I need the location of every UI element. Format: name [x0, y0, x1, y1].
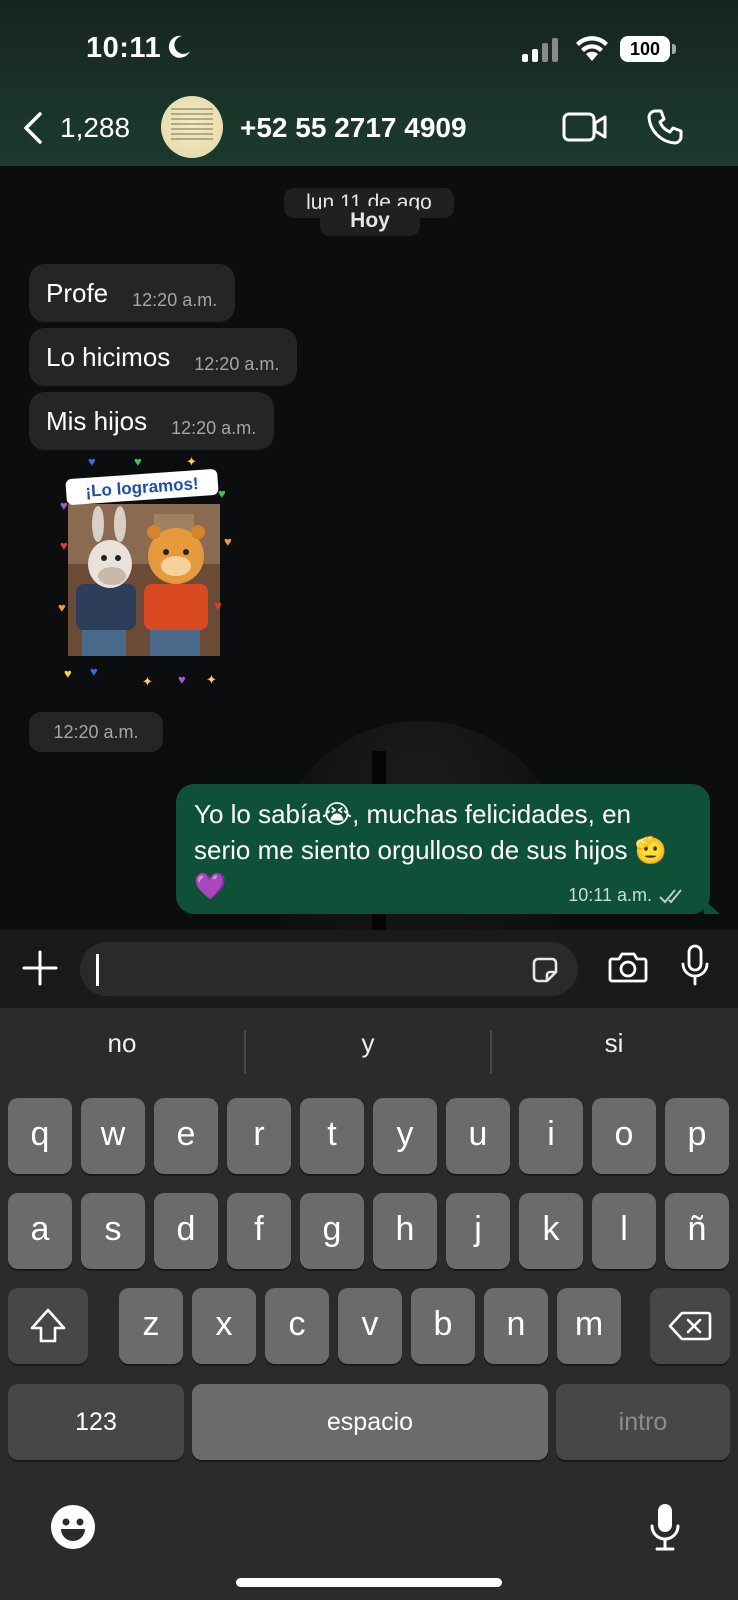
- text-caret: [96, 954, 99, 986]
- svg-text:♥: ♥: [214, 598, 222, 613]
- key[interactable]: t: [300, 1098, 364, 1174]
- key[interactable]: n: [484, 1288, 548, 1364]
- sticker-time: 12:20 a.m.: [29, 712, 163, 752]
- phone-call-icon[interactable]: [646, 108, 684, 146]
- battery-level: 100: [620, 36, 670, 62]
- key[interactable]: c: [265, 1288, 329, 1364]
- key[interactable]: v: [338, 1288, 402, 1364]
- message-time: 12:20 a.m.: [132, 289, 218, 310]
- contact-avatar[interactable]: [161, 96, 223, 158]
- shift-key[interactable]: [8, 1288, 88, 1364]
- chat-header: 10:11 100 1,288 +52 55 2717 4909: [0, 0, 738, 166]
- backspace-icon: [668, 1311, 712, 1341]
- back-chevron-icon[interactable]: [18, 110, 50, 146]
- key[interactable]: h: [373, 1193, 437, 1269]
- outgoing-message[interactable]: Yo lo sabía😭, muchas felicidades, en ser…: [176, 784, 720, 914]
- key[interactable]: j: [446, 1193, 510, 1269]
- sticker-icon[interactable]: [530, 955, 560, 985]
- status-time: 10:11: [86, 32, 162, 64]
- key[interactable]: o: [592, 1098, 656, 1174]
- contact-name[interactable]: +52 55 2717 4909: [240, 112, 467, 144]
- message-time: 12:20 a.m.: [194, 353, 280, 374]
- suggestion-bar: no y si: [0, 1008, 738, 1098]
- return-key[interactable]: intro: [556, 1384, 730, 1460]
- svg-text:♥: ♥: [218, 486, 226, 501]
- svg-text:♥: ♥: [90, 664, 98, 679]
- camera-icon[interactable]: [608, 950, 648, 984]
- svg-text:♥: ♥: [60, 538, 68, 553]
- key[interactable]: x: [192, 1288, 256, 1364]
- key[interactable]: s: [81, 1193, 145, 1269]
- message-text: Profe: [46, 277, 109, 308]
- svg-text:♥: ♥: [224, 534, 232, 549]
- svg-text:✦: ✦: [186, 454, 197, 469]
- moon-icon: [168, 35, 190, 58]
- svg-text:♥: ♥: [88, 454, 96, 469]
- svg-text:✦: ✦: [142, 674, 153, 689]
- shift-arrow-icon: [30, 1308, 66, 1343]
- incoming-message[interactable]: Profe 12:20 a.m.: [29, 264, 236, 322]
- svg-text:♥: ♥: [178, 672, 186, 687]
- key[interactable]: a: [8, 1193, 72, 1269]
- back-unread-count[interactable]: 1,288: [60, 112, 130, 144]
- key[interactable]: g: [300, 1193, 364, 1269]
- key[interactable]: w: [81, 1098, 145, 1174]
- microphone-icon[interactable]: [680, 944, 710, 988]
- suggestion-item[interactable]: no: [0, 1028, 244, 1059]
- svg-text:✦: ✦: [206, 672, 217, 687]
- key[interactable]: e: [154, 1098, 218, 1174]
- message-input[interactable]: [80, 942, 578, 996]
- svg-text:♥: ♥: [134, 454, 142, 469]
- suggestion-item[interactable]: y: [246, 1028, 490, 1059]
- key[interactable]: ñ: [665, 1193, 729, 1269]
- message-input-bar: [0, 930, 738, 1008]
- signal-icon: [522, 38, 558, 62]
- incoming-message[interactable]: Lo hicimos 12:20 a.m.: [29, 328, 298, 386]
- key[interactable]: i: [519, 1098, 583, 1174]
- key[interactable]: d: [154, 1193, 218, 1269]
- backspace-key[interactable]: [650, 1288, 730, 1364]
- battery-tip: [672, 44, 676, 54]
- message-time: 12:20 a.m.: [171, 417, 257, 438]
- attach-plus-icon[interactable]: [22, 950, 58, 986]
- emoji-keyboard-icon[interactable]: [50, 1504, 96, 1550]
- space-key[interactable]: espacio: [192, 1384, 548, 1460]
- message-time: 10:11 a.m.: [568, 885, 652, 905]
- battery-indicator: 100: [620, 36, 676, 62]
- suggestion-item[interactable]: si: [492, 1028, 736, 1059]
- home-indicator: [236, 1578, 502, 1587]
- video-call-icon[interactable]: [562, 110, 608, 144]
- key[interactable]: k: [519, 1193, 583, 1269]
- key[interactable]: z: [119, 1288, 183, 1364]
- svg-text:♥: ♥: [58, 600, 66, 615]
- status-bar: 10:11 100: [0, 30, 738, 72]
- read-receipt-icon: [659, 888, 682, 903]
- sticker-message[interactable]: ¡Lo logramos! ♥ ♥ ✦ ♥ ♥ ♥ ♥ ♥ ♥ ♥ ♥ ♥ ✦ …: [58, 454, 242, 692]
- chat-area[interactable]: lun 11 de ago Hoy Profe 12:20 a.m. Lo hi…: [0, 166, 738, 930]
- message-text: Lo hicimos: [46, 341, 171, 372]
- message-meta: 10:11 a.m.: [568, 885, 688, 906]
- key[interactable]: r: [227, 1098, 291, 1174]
- key[interactable]: u: [446, 1098, 510, 1174]
- wifi-icon: [576, 36, 608, 61]
- dictation-microphone-icon[interactable]: [650, 1502, 680, 1552]
- key[interactable]: q: [8, 1098, 72, 1174]
- key[interactable]: l: [592, 1193, 656, 1269]
- key[interactable]: y: [373, 1098, 437, 1174]
- numbers-key[interactable]: 123: [8, 1384, 184, 1460]
- avatar-text-lines: [171, 108, 213, 143]
- key[interactable]: p: [665, 1098, 729, 1174]
- message-text: Mis hijos: [46, 405, 148, 436]
- key[interactable]: f: [227, 1193, 291, 1269]
- keyboard: no y si q w e r t y u i o p a s d f g h …: [0, 1008, 738, 1600]
- svg-text:♥: ♥: [64, 666, 72, 681]
- incoming-message[interactable]: Mis hijos 12:20 a.m.: [29, 392, 275, 450]
- today-pill: Hoy: [320, 206, 420, 236]
- nav-bar: 1,288 +52 55 2717 4909: [0, 96, 738, 162]
- key[interactable]: m: [557, 1288, 621, 1364]
- key[interactable]: b: [411, 1288, 475, 1364]
- svg-text:♥: ♥: [60, 498, 68, 513]
